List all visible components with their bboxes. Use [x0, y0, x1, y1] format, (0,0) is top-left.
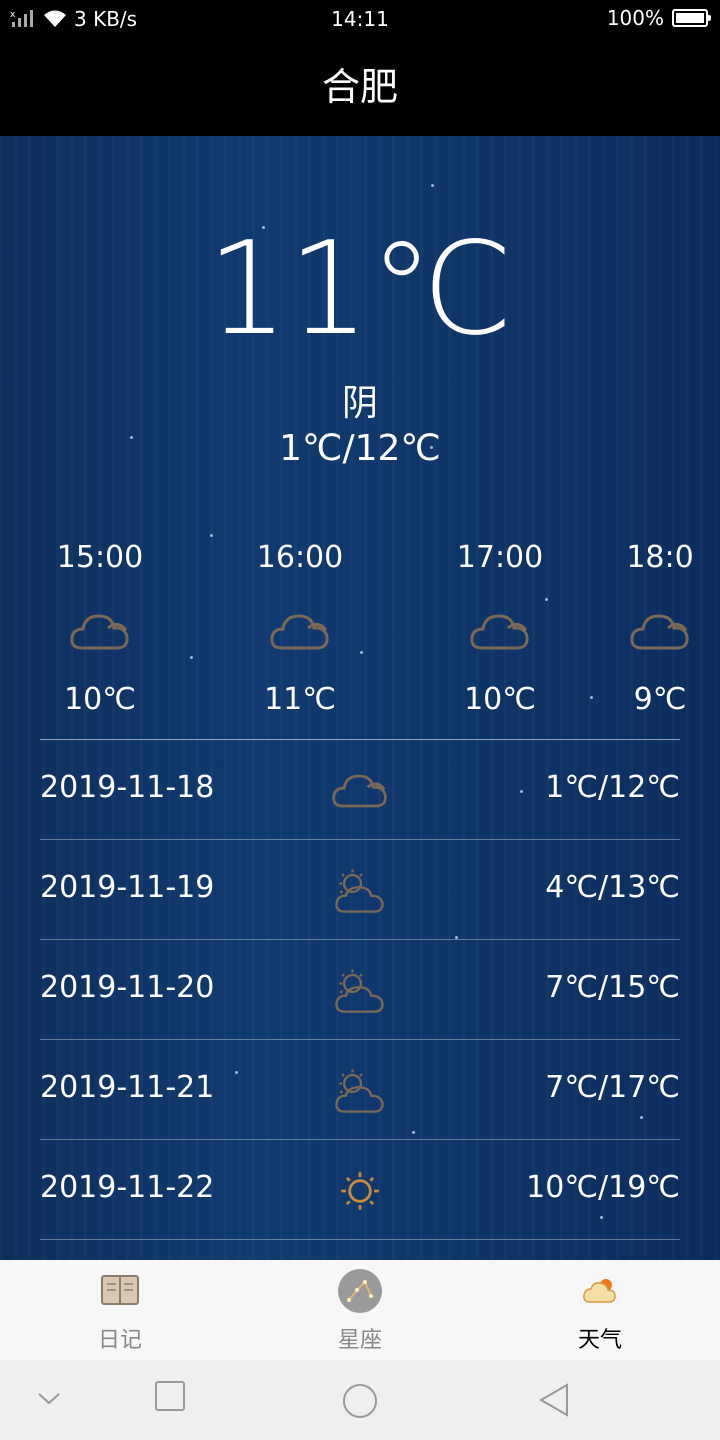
daily-row[interactable]: 2019-11-22 10℃/19℃ — [40, 1140, 680, 1240]
hour-time: 15:00 — [56, 540, 144, 575]
current-condition: 阴 — [341, 383, 378, 424]
tab-weather-label: 天气 — [577, 1328, 622, 1353]
hour-temp: 9℃ — [633, 682, 687, 717]
status-bar: x 3 KB/s 14:11 100% — [0, 0, 720, 38]
star-decoration — [210, 534, 213, 537]
partly-cloudy-icon — [335, 869, 384, 913]
day-date: 2019-11-20 — [40, 970, 215, 1005]
cloud-icon — [270, 614, 329, 650]
day-date: 2019-11-21 — [40, 1070, 215, 1105]
battery-percent: 100% — [606, 6, 664, 30]
tab-diary-label: 日记 — [97, 1328, 142, 1353]
tab-weather[interactable]: 天气 — [480, 1260, 720, 1360]
battery-icon — [672, 9, 711, 27]
day-date: 2019-11-19 — [40, 870, 215, 905]
hourly-item[interactable]: 16:00 11℃ — [200, 538, 400, 717]
daily-row[interactable]: 2019-11-20 7℃/15℃ — [40, 940, 680, 1040]
diary-icon — [101, 1275, 139, 1305]
daily-row[interactable]: 2019-11-19 4℃/13℃ — [40, 840, 680, 940]
hour-time: 18:0 — [626, 540, 694, 575]
current-temperature: 11℃ — [206, 215, 514, 364]
back-button[interactable] — [537, 1382, 571, 1418]
day-range: 7℃/15℃ — [545, 970, 680, 1005]
day-date: 2019-11-18 — [40, 770, 215, 805]
star-decoration — [431, 184, 434, 187]
current-range: 1℃/12℃ — [279, 428, 441, 469]
daily-row[interactable]: 2019-11-21 7℃/17℃ — [40, 1040, 680, 1140]
day-date: 2019-11-22 — [40, 1170, 215, 1205]
hourly-item[interactable]: 18:0 9℃ — [600, 538, 720, 717]
cloud-icon — [470, 614, 529, 650]
day-range: 1℃/12℃ — [545, 770, 680, 805]
hourly-item[interactable]: 17:00 10℃ — [400, 538, 600, 717]
constellation-icon — [338, 1269, 382, 1313]
page-title: 合肥 — [0, 38, 720, 136]
sun-icon — [341, 1172, 379, 1210]
day-range: 4℃/13℃ — [545, 870, 680, 905]
row-divider — [40, 1239, 680, 1240]
cloud-icon — [630, 614, 689, 650]
status-right: 100% — [606, 6, 711, 30]
day-range: 7℃/17℃ — [545, 1070, 680, 1105]
chevron-down-icon[interactable] — [36, 1388, 62, 1408]
hour-time: 17:00 — [456, 540, 544, 575]
hourly-item[interactable]: 15:00 10℃ — [0, 538, 200, 717]
weather-panel[interactable]: 11℃ 阴 1℃/12℃ 15:00 10℃ 16:00 11℃ 17:00 1… — [0, 136, 720, 1260]
partly-cloudy-icon — [335, 1069, 384, 1113]
partly-cloudy-icon — [335, 969, 384, 1013]
cloud-icon — [332, 774, 387, 808]
recents-button[interactable] — [154, 1380, 186, 1412]
hour-temp: 10℃ — [464, 682, 536, 717]
day-range: 10℃/19℃ — [526, 1170, 680, 1205]
weather-icon — [583, 1279, 616, 1303]
daily-row[interactable]: 2019-11-18 1℃/12℃ — [40, 740, 680, 840]
bottom-tab-bar: 日记 星座 天气 — [0, 1260, 720, 1360]
tab-constellation[interactable]: 星座 — [240, 1260, 480, 1360]
hour-temp: 11℃ — [264, 682, 336, 717]
tab-diary[interactable]: 日记 — [0, 1260, 240, 1360]
tab-constellation-label: 星座 — [337, 1328, 382, 1353]
cloud-icon — [70, 614, 129, 650]
hour-temp: 10℃ — [64, 682, 136, 717]
hour-time: 16:00 — [256, 540, 344, 575]
system-nav-bar — [0, 1360, 720, 1440]
home-button[interactable] — [341, 1382, 379, 1420]
